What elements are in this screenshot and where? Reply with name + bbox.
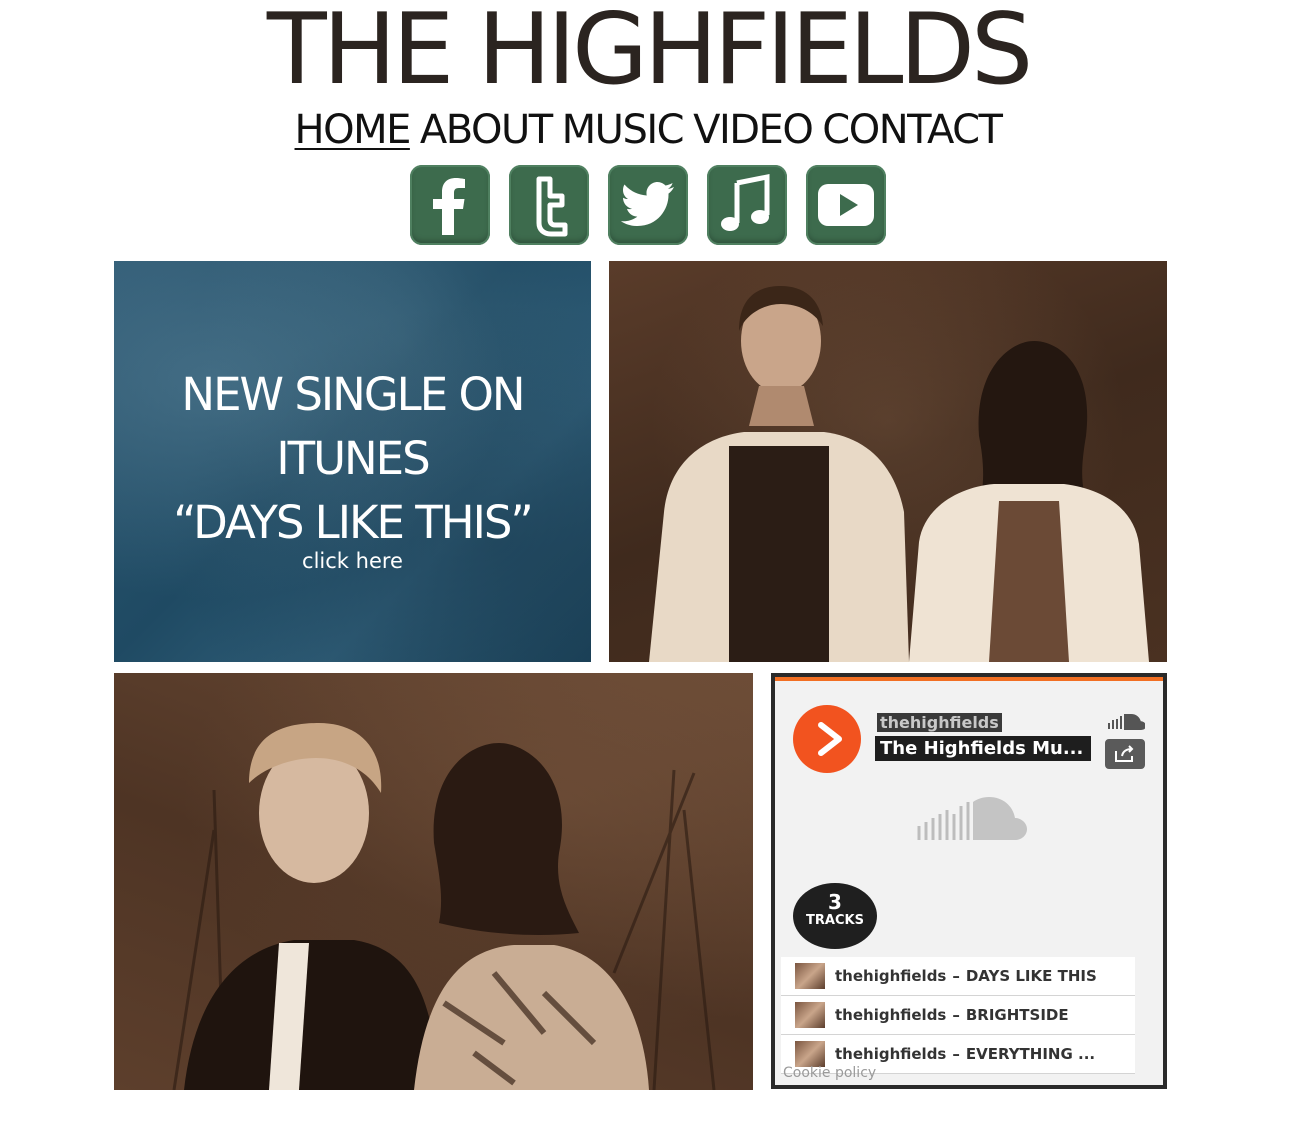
social-links: [0, 165, 1296, 245]
set-title[interactable]: The Highfields Mu...: [875, 736, 1091, 761]
track-count-badge: 3 TRACKS: [793, 883, 877, 949]
promo-line-2: ITUNES: [276, 432, 430, 485]
twitter-icon[interactable]: [608, 165, 688, 245]
tumblr-icon[interactable]: [509, 165, 589, 245]
band-photo-1: [609, 261, 1167, 662]
band-photo-2: [114, 673, 753, 1090]
track-item[interactable]: thehighfields – BRIGHTSIDE: [781, 996, 1135, 1035]
music-note-icon[interactable]: [707, 165, 787, 245]
site-title: THE HIGHFIELDS: [266, 0, 1033, 107]
share-button[interactable]: [1105, 739, 1145, 769]
share-icon: [1115, 745, 1134, 762]
nav-video[interactable]: VIDEO: [693, 107, 814, 153]
nav-contact[interactable]: CONTACT: [822, 107, 1003, 153]
itunes-promo-banner[interactable]: NEW SINGLE ON ITUNES “DAYS LIKE THIS” cl…: [114, 261, 591, 662]
main-nav: HOME ABOUT MUSIC VIDEO CONTACT: [0, 104, 1296, 156]
uploader-name[interactable]: thehighfields: [877, 713, 1002, 732]
facebook-icon[interactable]: [410, 165, 490, 245]
play-button[interactable]: [793, 705, 861, 773]
promo-line-1: NEW SINGLE ON: [181, 368, 525, 421]
cookie-policy-link[interactable]: Cookie policy: [783, 1065, 876, 1081]
track-item[interactable]: thehighfields – DAYS LIKE THIS: [781, 957, 1135, 996]
track-list: thehighfields – DAYS LIKE THIS thehighfiel…: [781, 957, 1135, 1074]
promo-line-3: “DAYS LIKE THIS”: [173, 496, 534, 549]
nav-home[interactable]: HOME: [295, 107, 412, 153]
soundcloud-cloud-icon: [915, 796, 1027, 846]
soundcloud-player: thehighfields The Highfields Mu... 3 TRA…: [771, 673, 1167, 1089]
nav-about[interactable]: ABOUT: [420, 107, 553, 153]
youtube-icon[interactable]: [806, 165, 886, 245]
track-thumbnail: [795, 1002, 825, 1028]
track-thumbnail: [795, 1041, 825, 1067]
nav-music[interactable]: MUSIC: [562, 107, 685, 153]
track-thumbnail: [795, 963, 825, 989]
player-body: thehighfields The Highfields Mu... 3 TRA…: [775, 677, 1163, 1085]
soundcloud-logo-icon[interactable]: [1105, 711, 1147, 735]
